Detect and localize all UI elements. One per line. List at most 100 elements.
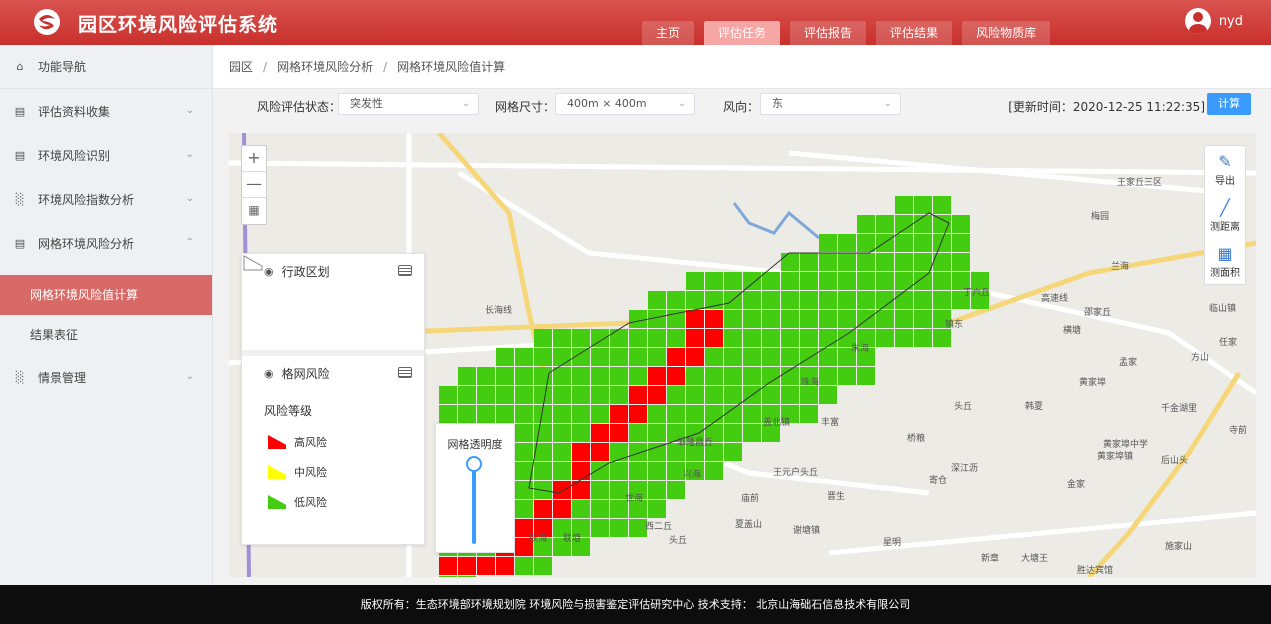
measure-area-tool[interactable]: ▦ 测面积 [1205,238,1245,284]
layer-admin[interactable]: ◉ 行政区划 [242,254,424,288]
zoom-out-button[interactable]: — [242,172,266,198]
grid-cell [439,386,457,404]
grid-size-select[interactable]: 400m × 400m ⌄ [555,93,695,115]
layer-panel: ◉ 行政区划 ◉ 格网风险 风险等级 高风险 中风险 低风险 [241,253,425,545]
place-label: 临山镇 [1209,302,1236,313]
grid-cell [857,253,875,271]
grid-cell [591,424,609,442]
eye-icon[interactable]: ◉ [264,367,274,380]
tab-home[interactable]: 主页 [642,21,695,45]
grid-cell [667,405,685,423]
grid-cell [648,405,666,423]
grid-cell [705,405,723,423]
opacity-slider-track[interactable] [472,466,476,544]
chevron-up-icon: ⌃ [185,237,194,248]
footer: 版权所有：生态环境部环境规划院 环境风险与损害鉴定评估研究中心 技术支持： 北京… [0,585,1271,624]
grid-cell [629,405,647,423]
tab-assessment-task[interactable]: 评估任务 [704,21,781,45]
grid-cell [458,386,476,404]
sidebar-item-risk-index[interactable]: ░ 环境风险指数分析 ⌄ [0,177,212,221]
grid-cell [515,367,533,385]
place-label: 梅园 [1091,210,1109,221]
grid-cell [553,424,571,442]
layer-grid-risk[interactable]: ◉ 格网风险 [242,356,424,390]
user-menu[interactable]: nyd [1184,8,1243,34]
grid-cell [819,234,837,252]
grid-cell [781,291,799,309]
grid-cell [705,348,723,366]
grid-cell [819,291,837,309]
place-label: 镇东 [945,318,963,329]
grid-cell [705,386,723,404]
map-view[interactable]: 王家丘三区 梅园 兰海 高速线 邵家丘 临山镇 横塘 孟家 方山 任家 黄家埠 … [229,133,1256,577]
grid-cell [800,348,818,366]
grid-cell [553,348,571,366]
sidebar-subitem-grid-risk-calc[interactable]: 网格环境风险值计算 [0,275,212,315]
tab-risk-substance-library[interactable]: 风险物质库 [962,21,1051,45]
menu-icon[interactable] [398,265,412,276]
place-label: 联塘 [563,532,581,543]
grid-cell [686,310,704,328]
grid-cell [553,329,571,347]
place-label: 黄家埠 [1079,376,1106,387]
grid-cell [724,424,742,442]
breadcrumb-item[interactable]: 网格环境风险分析 [277,58,373,75]
grid-cell [648,481,666,499]
place-label: 任家 [1219,336,1237,347]
grid-toggle-icon[interactable]: ▦ [242,198,266,224]
grid-cell [496,367,514,385]
grid-cell [572,386,590,404]
calculate-button[interactable]: 计算 [1207,93,1251,115]
export-tool[interactable]: ✎ 导出 [1205,146,1245,192]
sidebar-subitem-result-display[interactable]: 结果表征 [0,315,212,355]
opacity-slider-thumb[interactable] [466,456,482,472]
measure-distance-tool[interactable]: ╱ 测距离 [1205,192,1245,238]
grid-cell [553,481,571,499]
grid-cell [895,234,913,252]
tab-assessment-report[interactable]: 评估报告 [790,21,867,45]
grid-cell [743,310,761,328]
place-label: 泗隆昌丘 [677,436,713,447]
grid-cell [648,443,666,461]
grid-cell [534,462,552,480]
grid-cell [667,348,685,366]
grid-cell [515,462,533,480]
grid-cell [781,329,799,347]
grid-cell [686,348,704,366]
ruler-icon: ╱ [1220,198,1230,217]
grid-cell [572,443,590,461]
sidebar-item-label: 评估资料收集 [38,104,111,119]
breadcrumb-item[interactable]: 园区 [229,58,253,75]
grid-cell [933,196,951,214]
sidebar-item-grid-risk[interactable]: ▤ 网格环境风险分析 ⌃ [0,221,212,265]
grid-cell [705,462,723,480]
grid-cell [876,253,894,271]
place-label: 韩夏 [1025,400,1043,411]
eye-icon[interactable]: ◉ [264,265,274,278]
grid-cell [819,386,837,404]
place-label: 后山头 [1161,455,1188,465]
sidebar-item-data-collection[interactable]: ▤ 评估资料收集 ⌄ [0,89,212,133]
place-label: 晋生 [827,490,845,501]
grid-cell [610,462,628,480]
tab-assessment-result[interactable]: 评估结果 [876,21,953,45]
sidebar-item-risk-identification[interactable]: ▤ 环境风险识别 ⌄ [0,133,212,177]
grid-cell [724,310,742,328]
grid-cell [515,386,533,404]
wind-select[interactable]: 东 ⌄ [760,93,901,115]
grid-cell [610,348,628,366]
grid-cell [610,329,628,347]
opacity-title: 网格透明度 [447,438,503,451]
grid-cell [781,253,799,271]
grid-cell [667,367,685,385]
place-label: 黄家埠镇 [1097,450,1133,461]
sidebar: ⌂ 功能导航 ▤ 评估资料收集 ⌄ ▤ 环境风险识别 ⌄ ░ 环境风险指数分析 … [0,45,213,585]
place-label: 寺前 [1229,424,1247,435]
zoom-in-button[interactable]: + [242,146,266,172]
grid-cell [914,196,932,214]
status-select[interactable]: 突发性 ⌄ [338,93,479,115]
legend-item-high: 高风险 [242,427,424,457]
menu-icon[interactable] [398,367,412,378]
id-card-icon: ▤ [14,104,26,118]
sidebar-item-scenario[interactable]: ░ 情景管理 ⌄ [0,355,212,399]
